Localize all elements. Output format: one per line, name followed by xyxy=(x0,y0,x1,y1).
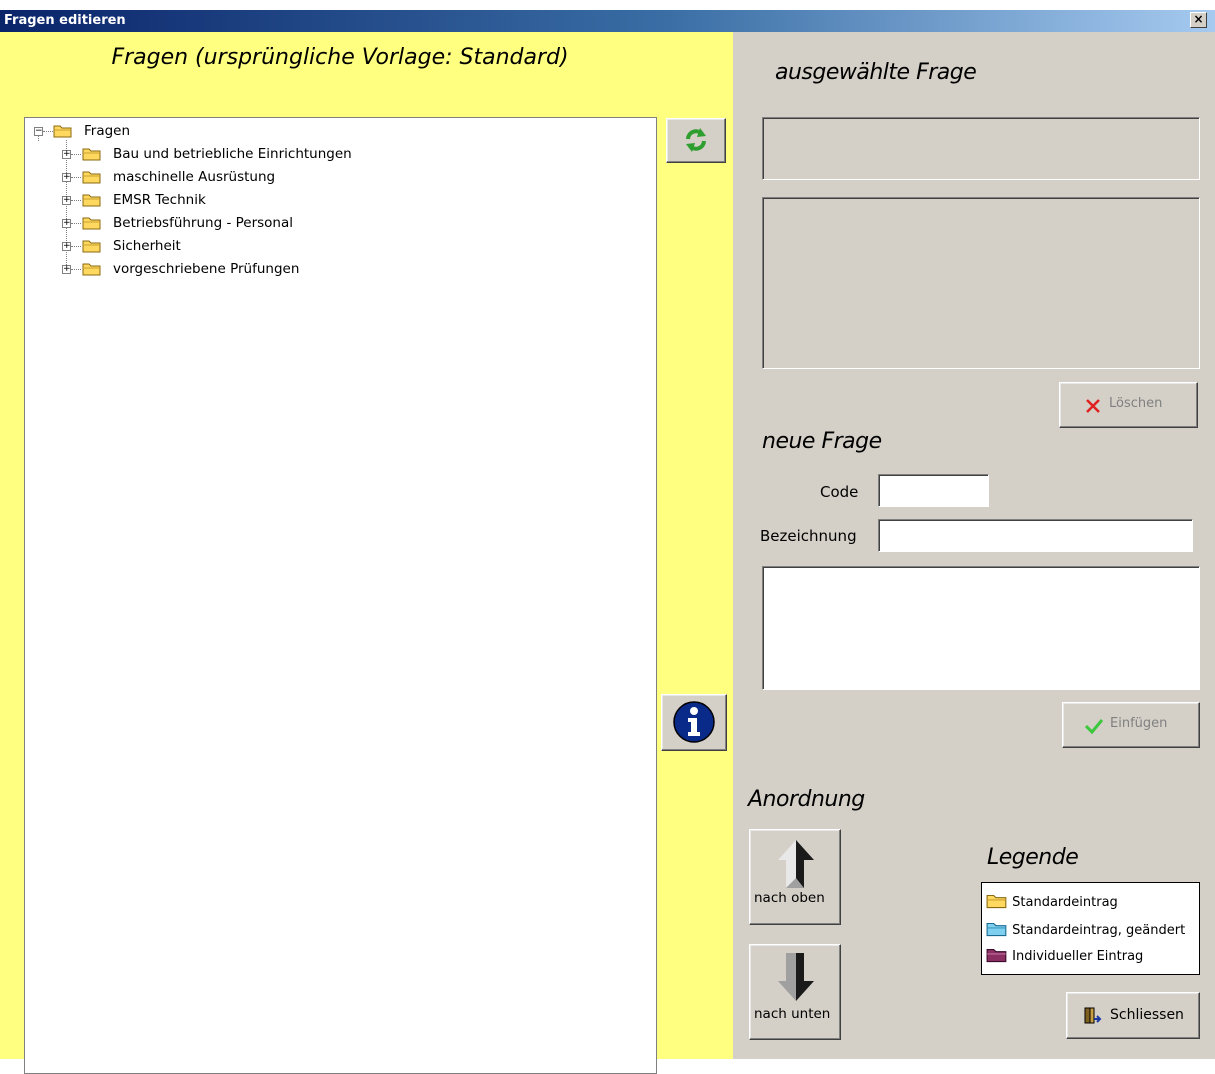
expand-toggle[interactable]: + xyxy=(62,150,71,159)
tree-node-root[interactable]: − Fragen xyxy=(25,122,425,140)
move-down-label: nach unten xyxy=(754,1006,831,1022)
question-text-input[interactable] xyxy=(762,566,1200,690)
expand-toggle[interactable]: + xyxy=(62,196,71,205)
legend-label: Standardeintrag, geändert xyxy=(1012,923,1186,938)
expand-toggle[interactable]: + xyxy=(62,265,71,274)
move-up-button[interactable]: nach oben xyxy=(749,829,841,925)
title-bar: Fragen editieren × xyxy=(0,10,1215,32)
tree-line xyxy=(71,154,81,155)
exit-door-icon xyxy=(1084,1007,1102,1024)
tree-node[interactable]: + Sicherheit xyxy=(25,237,525,255)
legend-item: Standardeintrag xyxy=(986,893,1118,913)
tree-node-label: Sicherheit xyxy=(113,238,181,254)
tree-node-label: Fragen xyxy=(84,123,131,139)
insert-button[interactable]: Einfügen xyxy=(1062,702,1200,748)
tree-node[interactable]: + Bau und betriebliche Einrichtungen xyxy=(25,145,525,163)
tree-node[interactable]: + vorgeschriebene Prüfungen xyxy=(25,260,525,278)
refresh-icon xyxy=(686,128,706,152)
tree-node-label: EMSR Technik xyxy=(113,192,206,208)
tree-line xyxy=(43,131,53,132)
tree-node-label: vorgeschriebene Prüfungen xyxy=(113,261,300,277)
checkmark-icon xyxy=(1084,719,1104,735)
order-heading: Anordnung xyxy=(748,787,865,812)
folder-icon xyxy=(82,240,101,253)
folder-icon xyxy=(82,194,101,207)
folder-icon xyxy=(986,894,1007,909)
legend-box: Standardeintrag Standardeintrag, geänder… xyxy=(981,882,1200,975)
info-button[interactable] xyxy=(661,694,727,751)
folder-icon xyxy=(82,217,101,230)
legend-heading: Legende xyxy=(987,845,1079,870)
close-button[interactable]: × xyxy=(1190,12,1207,28)
tree-node[interactable]: + EMSR Technik xyxy=(25,191,525,209)
close-icon: × xyxy=(1193,12,1204,26)
expand-toggle[interactable]: + xyxy=(62,219,71,228)
tree-node-label: maschinelle Ausrüstung xyxy=(113,169,276,185)
selected-question-heading: ausgewählte Frage xyxy=(775,60,977,85)
tree-node-label: Betriebsführung - Personal xyxy=(113,215,294,231)
legend-label: Standardeintrag xyxy=(1012,895,1118,910)
delete-x-icon xyxy=(1086,399,1100,413)
selected-question-text xyxy=(762,197,1200,369)
tree-node[interactable]: + Betriebsführung - Personal xyxy=(25,214,525,232)
close-dialog-label: Schliessen xyxy=(1110,1007,1184,1023)
legend-item: Individueller Eintrag xyxy=(986,947,1143,967)
window-title: Fragen editieren xyxy=(4,13,126,28)
arrow-up-icon xyxy=(778,840,814,888)
folder-icon xyxy=(82,263,101,276)
move-down-button[interactable]: nach unten xyxy=(749,944,841,1040)
selected-question-title xyxy=(762,117,1200,180)
tree-line xyxy=(71,269,81,270)
folder-open-icon xyxy=(53,125,72,138)
folder-icon xyxy=(82,171,101,184)
code-label: Code xyxy=(820,483,859,501)
close-dialog-button[interactable]: Schliessen xyxy=(1066,992,1200,1039)
tree-line xyxy=(71,223,81,224)
move-up-label: nach oben xyxy=(754,890,825,906)
folder-changed-icon xyxy=(986,922,1007,937)
tree-node[interactable]: + maschinelle Ausrüstung xyxy=(25,168,525,186)
collapse-toggle[interactable]: − xyxy=(34,127,43,136)
new-question-heading: neue Frage xyxy=(762,429,882,454)
question-tree-panel: Fragen (ursprüngliche Vorlage: Standard)… xyxy=(0,32,733,1074)
folder-individual-icon xyxy=(986,948,1007,963)
name-input[interactable] xyxy=(878,519,1193,552)
edit-panel: ausgewählte Frage Löschen neue Frage Cod… xyxy=(733,32,1215,1059)
refresh-button[interactable] xyxy=(666,118,726,163)
tree-node-label: Bau und betriebliche Einrichtungen xyxy=(113,146,352,162)
question-tree[interactable]: − Fragen + Bau und betriebliche Einricht… xyxy=(24,117,657,1074)
insert-label: Einfügen xyxy=(1110,716,1168,731)
code-input[interactable] xyxy=(878,474,989,507)
arrow-down-icon xyxy=(778,953,814,1001)
expand-toggle[interactable]: + xyxy=(62,173,71,182)
name-label: Bezeichnung xyxy=(760,527,857,545)
legend-item: Standardeintrag, geändert xyxy=(986,921,1185,941)
legend-label: Individueller Eintrag xyxy=(1012,949,1144,964)
info-icon xyxy=(673,701,715,743)
tree-line xyxy=(71,246,81,247)
tree-line xyxy=(71,177,81,178)
delete-button[interactable]: Löschen xyxy=(1059,382,1198,428)
panel-heading: Fragen (ursprüngliche Vorlage: Standard) xyxy=(111,45,569,70)
delete-label: Löschen xyxy=(1109,396,1163,411)
tree-line xyxy=(71,200,81,201)
expand-toggle[interactable]: + xyxy=(62,242,71,251)
folder-icon xyxy=(82,148,101,161)
